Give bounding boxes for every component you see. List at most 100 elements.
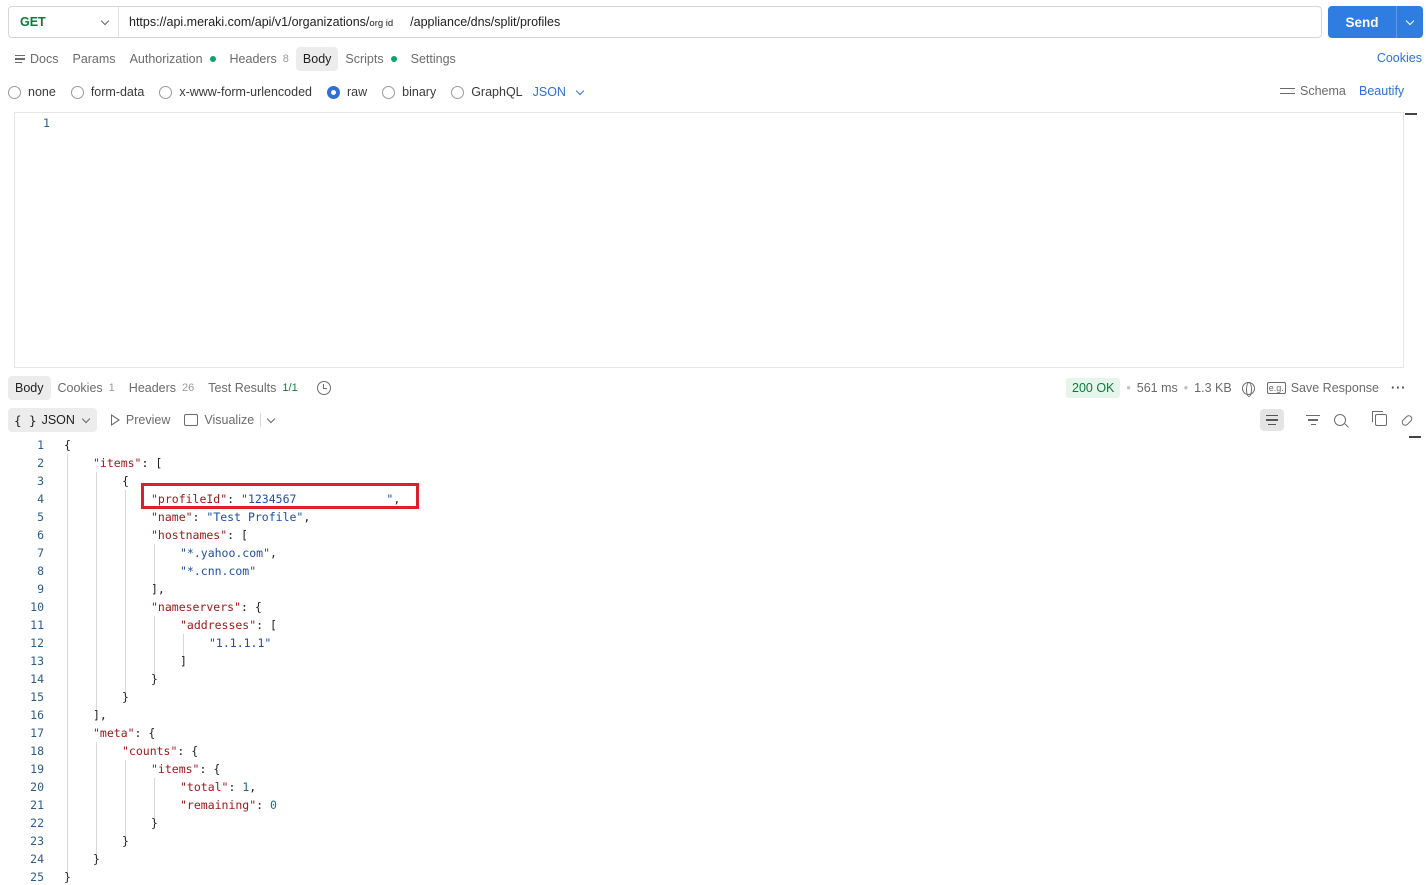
code-line: 19 "items": { bbox=[0, 760, 1410, 778]
line-number: 7 bbox=[37, 546, 44, 560]
play-icon bbox=[110, 414, 120, 426]
radio-raw[interactable]: raw bbox=[327, 85, 367, 99]
search-icon[interactable] bbox=[1334, 414, 1346, 426]
json-punctuation: { bbox=[64, 438, 71, 452]
editor-scrollbar[interactable] bbox=[1403, 112, 1417, 368]
status-badge[interactable]: 200 OK bbox=[1066, 378, 1121, 398]
code-text: "items": { bbox=[151, 760, 220, 778]
response-format-select[interactable]: { } JSON bbox=[8, 408, 97, 432]
copy-icon[interactable] bbox=[1372, 411, 1387, 426]
radio-binary[interactable]: binary bbox=[382, 85, 436, 99]
line-number: 11 bbox=[30, 618, 44, 632]
code-line: 14} bbox=[0, 670, 1410, 688]
radio-graphql[interactable]: GraphQL bbox=[451, 85, 523, 99]
filter-icon[interactable] bbox=[1306, 415, 1320, 425]
toolbar-divider bbox=[260, 413, 262, 427]
line-number: 19 bbox=[30, 762, 44, 776]
code-text: "*.cnn.com" bbox=[180, 562, 256, 580]
tab-scripts[interactable]: Scripts bbox=[338, 47, 403, 71]
json-string: "1.1.1.1" bbox=[209, 636, 272, 650]
radio-form-data[interactable]: form-data bbox=[70, 85, 144, 99]
code-text: "nameservers": { bbox=[151, 598, 262, 616]
preview-button[interactable]: Preview bbox=[110, 413, 171, 427]
code-line: 13] bbox=[0, 652, 1410, 670]
body-type-selector: none form-data x-www-form-urlencoded raw… bbox=[8, 82, 585, 102]
json-punctuation: ], bbox=[93, 708, 107, 722]
line-number: 1 bbox=[37, 438, 44, 452]
tab-body-label: Body bbox=[302, 52, 332, 66]
schema-button[interactable]: Schema bbox=[1280, 84, 1346, 98]
request-body-editor[interactable]: 1 bbox=[14, 112, 1403, 368]
json-punctuation: } bbox=[151, 672, 158, 686]
wrap-lines-icon[interactable] bbox=[1260, 409, 1284, 431]
line-number: 12 bbox=[30, 636, 44, 650]
radio-none[interactable]: none bbox=[8, 85, 56, 99]
history-icon[interactable] bbox=[316, 381, 331, 395]
response-tools bbox=[1260, 408, 1414, 432]
tab-authorization[interactable]: Authorization bbox=[123, 47, 223, 71]
indent-guide bbox=[154, 616, 155, 674]
tab-response-cookies[interactable]: Cookies 1 bbox=[51, 376, 122, 400]
raw-language-select[interactable]: JSON bbox=[533, 85, 585, 99]
save-response-icon: e.g. bbox=[1266, 382, 1286, 394]
json-punctuation: } bbox=[93, 852, 100, 866]
chevron-down-icon bbox=[81, 414, 91, 423]
line-number: 24 bbox=[30, 852, 44, 866]
radio-urlencoded[interactable]: x-www-form-urlencoded bbox=[159, 85, 312, 99]
url-input[interactable]: https://api.meraki.com/api/v1/organizati… bbox=[119, 15, 560, 29]
tab-response-headers[interactable]: Headers 26 bbox=[122, 376, 202, 400]
preview-label: Preview bbox=[125, 413, 171, 427]
schema-icon bbox=[1280, 86, 1295, 96]
visualize-dropdown-chevron-icon[interactable] bbox=[266, 414, 276, 423]
cookies-link[interactable]: Cookies bbox=[1377, 51, 1422, 65]
tab-test-results[interactable]: Test Results 1/1 bbox=[201, 376, 304, 400]
line-number: 15 bbox=[30, 690, 44, 704]
code-line: 23} bbox=[0, 832, 1410, 850]
send-button[interactable]: Send bbox=[1328, 6, 1423, 38]
indent-guide bbox=[96, 472, 97, 710]
json-key: "nameservers" bbox=[151, 600, 242, 614]
tab-headers[interactable]: Headers 8 bbox=[223, 47, 296, 71]
indent-guide bbox=[125, 760, 126, 836]
more-icon[interactable]: ··· bbox=[1391, 381, 1407, 395]
tab-response-cookies-count: 1 bbox=[108, 382, 115, 394]
response-status-bar: 200 OK • 561 ms • 1.3 KB e.g. Save Respo… bbox=[1066, 377, 1406, 399]
json-punctuation: } bbox=[122, 834, 129, 848]
url-bar: GET https://api.meraki.com/api/v1/organi… bbox=[8, 6, 1322, 38]
radio-graphql-label: GraphQL bbox=[471, 85, 523, 99]
json-punctuation: : { bbox=[134, 726, 156, 740]
json-punctuation: : [ bbox=[141, 456, 163, 470]
code-text: "addresses": [ bbox=[180, 616, 277, 634]
line-number: 20 bbox=[30, 780, 44, 794]
send-dropdown[interactable] bbox=[1397, 16, 1423, 25]
tab-body[interactable]: Body bbox=[295, 47, 339, 71]
tab-params[interactable]: Params bbox=[65, 47, 122, 71]
save-response-button[interactable]: Save Response bbox=[1291, 381, 1379, 395]
line-number: 21 bbox=[30, 798, 44, 812]
tab-docs[interactable]: Docs bbox=[8, 47, 65, 71]
chevron-down-icon bbox=[100, 16, 110, 25]
json-key: "name" bbox=[151, 510, 193, 524]
response-size[interactable]: 1.3 KB bbox=[1194, 381, 1232, 395]
tab-settings[interactable]: Settings bbox=[404, 47, 463, 71]
line-number: 14 bbox=[30, 672, 44, 686]
tab-settings-label: Settings bbox=[410, 52, 456, 66]
visualize-button[interactable]: Visualize bbox=[184, 413, 254, 427]
response-time[interactable]: 561 ms bbox=[1137, 381, 1178, 395]
json-punctuation: : bbox=[192, 510, 207, 524]
code-text: "counts": { bbox=[122, 742, 198, 760]
method-select[interactable]: GET bbox=[9, 7, 119, 37]
tab-headers-label: Headers bbox=[229, 52, 277, 66]
tab-response-body-label: Body bbox=[15, 381, 44, 395]
json-key: "items" bbox=[93, 456, 142, 470]
indent-guide bbox=[96, 742, 97, 854]
link-icon[interactable] bbox=[1400, 413, 1414, 427]
beautify-button[interactable]: Beautify bbox=[1359, 84, 1404, 98]
tab-response-body[interactable]: Body bbox=[8, 376, 51, 400]
code-text: { bbox=[122, 472, 129, 490]
response-scrollbar[interactable] bbox=[1409, 436, 1423, 885]
globe-icon[interactable] bbox=[1241, 381, 1255, 397]
json-punctuation: : { bbox=[199, 762, 221, 776]
line-number: 25 bbox=[30, 870, 44, 884]
indent-guide bbox=[154, 778, 155, 818]
